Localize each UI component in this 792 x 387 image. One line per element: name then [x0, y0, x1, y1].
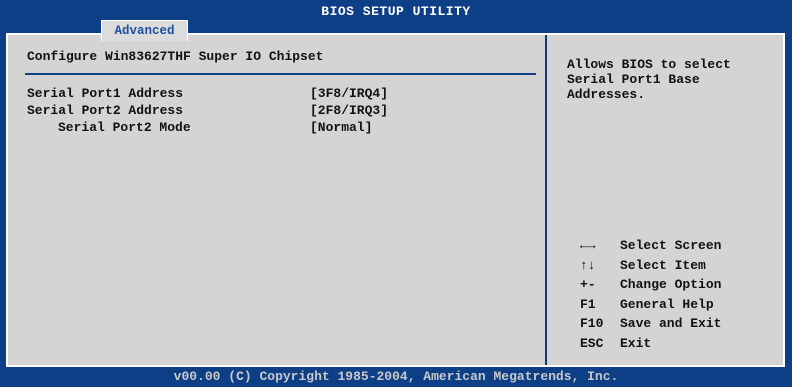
setting-serial-port1-address-value[interactable]: [3F8/IRQ4]	[310, 86, 388, 101]
heading-rule	[25, 73, 536, 75]
key-row-general-help: F1 General Help	[580, 297, 780, 317]
key-row-change-option: +- Change Option	[580, 277, 780, 297]
key-label: F1	[580, 296, 596, 312]
window-title: BIOS SETUP UTILITY	[321, 4, 471, 19]
key-desc: General Help	[620, 296, 714, 312]
key-desc: Select Item	[620, 257, 706, 273]
key-row-exit: ESC Exit	[580, 336, 780, 356]
setting-serial-port2-address-label[interactable]: Serial Port2 Address	[27, 103, 183, 118]
key-desc: Change Option	[620, 277, 722, 292]
key-legend: ←→ Select Screen ↑↓ Select Item +- Chang…	[580, 238, 780, 355]
key-row-save-exit: F10 Save and Exit	[580, 316, 780, 336]
left-right-arrows-icon: ←→	[580, 238, 596, 253]
setting-serial-port2-address-value[interactable]: [2F8/IRQ3]	[310, 103, 388, 118]
page-heading: Configure Win83627THF Super IO Chipset	[27, 49, 324, 64]
panel-divider	[545, 35, 547, 365]
help-text: Allows BIOS to select Serial Port1 Base …	[567, 57, 731, 102]
key-desc: Exit	[620, 335, 652, 351]
key-row-select-item: ↑↓ Select Item	[580, 258, 780, 278]
up-down-arrows-icon: ↑↓	[580, 257, 596, 273]
setting-serial-port1-address-label[interactable]: Serial Port1 Address	[27, 86, 183, 101]
footer-copyright: v00.00 (C) Copyright 1985-2004, American…	[173, 369, 619, 384]
key-label: ESC	[580, 335, 604, 351]
key-desc: Select Screen	[620, 238, 722, 253]
tab-advanced[interactable]: Advanced	[101, 20, 188, 41]
key-desc: Save and Exit	[620, 316, 722, 331]
key-label: F10	[580, 316, 604, 331]
key-label: +-	[580, 277, 596, 292]
setting-serial-port2-mode-value[interactable]: [Normal]	[310, 120, 372, 135]
setting-serial-port2-mode-label[interactable]: Serial Port2 Mode	[58, 120, 191, 135]
key-row-select-screen: ←→ Select Screen	[580, 238, 780, 258]
